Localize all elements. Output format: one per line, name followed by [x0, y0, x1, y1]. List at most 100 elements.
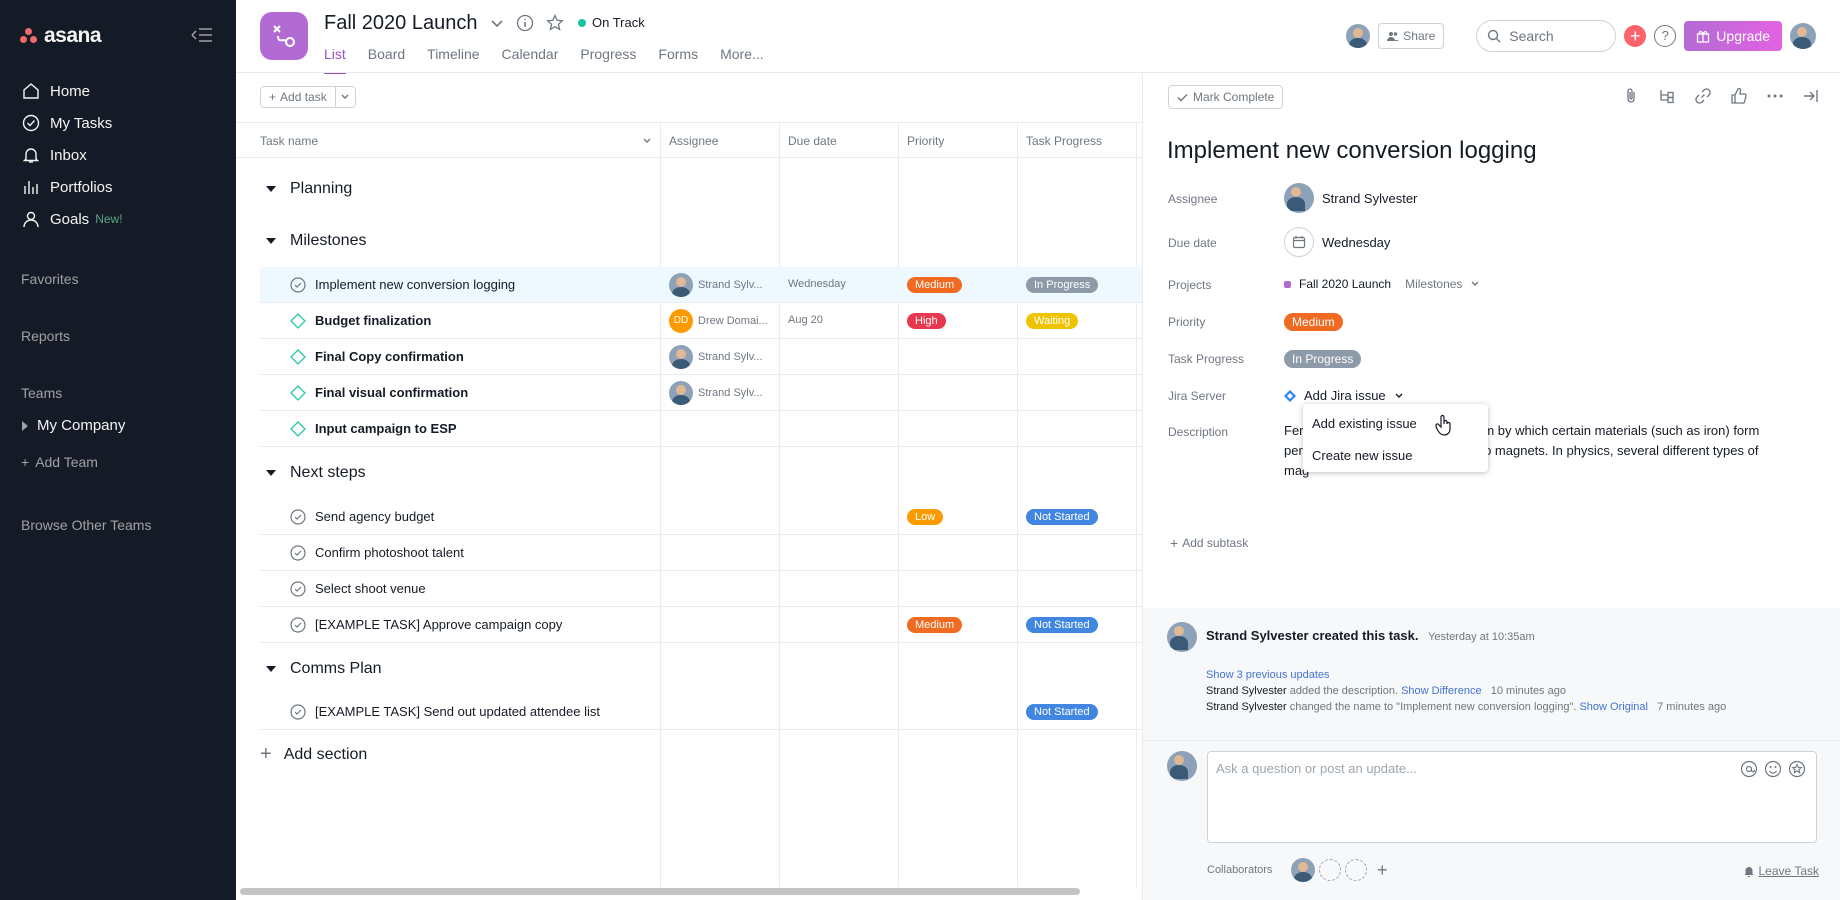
task-name[interactable]: Confirm photoshoot talent	[315, 545, 464, 560]
progress-badge[interactable]: Not Started	[1026, 704, 1098, 720]
add-collaborator-button[interactable]: +	[1377, 860, 1388, 881]
more-icon[interactable]	[1766, 87, 1784, 105]
tab-more[interactable]: More...	[720, 46, 764, 74]
show-previous-updates-link[interactable]: Show 3 previous updates	[1206, 669, 1330, 681]
favorites-heading[interactable]: Favorites	[21, 271, 79, 287]
task-row[interactable]: Send agency budget Low Not Started	[260, 499, 1142, 535]
add-collaborator-placeholder-icon[interactable]	[1345, 859, 1367, 881]
task-assignee[interactable]: DD Drew Domai...	[669, 309, 768, 333]
nav-inbox[interactable]: Inbox	[0, 139, 236, 171]
nav-goals[interactable]: Goals New!	[0, 203, 236, 235]
close-pane-icon[interactable]	[1802, 87, 1820, 105]
collapse-triangle-icon[interactable]	[266, 470, 276, 476]
task-row[interactable]: Input campaign to ESP	[260, 411, 1142, 447]
progress-badge[interactable]: In Progress	[1026, 277, 1099, 293]
nav-home[interactable]: Home	[0, 75, 236, 107]
task-name[interactable]: [EXAMPLE TASK] Approve campaign copy	[315, 617, 562, 632]
task-row[interactable]: Final Copy confirmation Strand Sylv...	[260, 339, 1142, 375]
section-planning[interactable]: Planning	[266, 180, 352, 198]
share-button[interactable]: Share	[1378, 23, 1445, 49]
help-button[interactable]: ?	[1654, 25, 1677, 47]
horizontal-scrollbar[interactable]	[240, 888, 1080, 895]
mention-icon[interactable]	[1740, 760, 1758, 778]
col-assignee[interactable]: Assignee	[669, 134, 718, 148]
add-task-dropdown[interactable]	[335, 86, 356, 108]
project-icon[interactable]	[260, 12, 308, 60]
thumbs-up-icon[interactable]	[1730, 87, 1748, 105]
project-status[interactable]: On Track	[578, 15, 645, 30]
task-row[interactable]: Budget finalization DD Drew Domai... Aug…	[260, 303, 1142, 339]
teams-heading[interactable]: Teams	[21, 385, 62, 401]
task-name[interactable]: Select shoot venue	[315, 581, 426, 596]
section-comms-plan[interactable]: Comms Plan	[266, 660, 382, 678]
chevron-down-icon[interactable]	[490, 18, 504, 28]
collapse-triangle-icon[interactable]	[266, 186, 276, 192]
member-avatar[interactable]	[1346, 24, 1371, 48]
progress-badge[interactable]: Not Started	[1026, 509, 1098, 525]
search-input[interactable]: Search	[1476, 20, 1617, 52]
priority-field[interactable]: Medium	[1284, 313, 1343, 331]
task-row[interactable]: [EXAMPLE TASK] Approve campaign copy Med…	[260, 607, 1142, 643]
add-jira-issue[interactable]: Add Jira issue	[1304, 388, 1386, 403]
task-row[interactable]: Implement new conversion logging Strand …	[260, 267, 1142, 303]
collapse-sidebar-icon[interactable]	[186, 24, 214, 46]
user-avatar[interactable]	[1790, 23, 1816, 49]
collapse-triangle-icon[interactable]	[266, 666, 276, 672]
nav-portfolios[interactable]: Portfolios	[0, 171, 236, 203]
add-collaborator-placeholder-icon[interactable]	[1319, 859, 1341, 881]
task-name[interactable]: [EXAMPLE TASK] Send out updated attendee…	[315, 704, 600, 719]
tab-forms[interactable]: Forms	[658, 46, 698, 74]
create-new-issue-item[interactable]: Create new issue	[1312, 448, 1412, 463]
progress-badge[interactable]: Not Started	[1026, 617, 1098, 633]
show-difference-link[interactable]: Show Difference	[1401, 685, 1482, 697]
check-circle-icon[interactable]	[290, 545, 306, 561]
col-task-name[interactable]: Task name	[260, 134, 318, 148]
task-row[interactable]: Confirm photoshoot talent	[260, 535, 1142, 571]
check-circle-icon[interactable]	[290, 581, 306, 597]
milestone-diamond-icon[interactable]	[290, 421, 306, 437]
projects-field[interactable]: Fall 2020 Launch Milestones	[1284, 277, 1480, 291]
task-name[interactable]: Final Copy confirmation	[315, 349, 464, 364]
col-priority[interactable]: Priority	[907, 134, 944, 148]
reports-link[interactable]: Reports	[21, 328, 70, 344]
tab-calendar[interactable]: Calendar	[502, 46, 559, 74]
collapse-triangle-icon[interactable]	[266, 238, 276, 244]
nav-my-tasks[interactable]: My Tasks	[0, 107, 236, 139]
task-name[interactable]: Input campaign to ESP	[315, 421, 457, 436]
emoji-icon[interactable]	[1764, 760, 1782, 778]
add-task-button[interactable]: + Add task	[260, 86, 336, 108]
check-circle-icon[interactable]	[290, 509, 306, 525]
assignee-field[interactable]: Strand Sylvester	[1284, 183, 1417, 213]
priority-badge[interactable]: Medium	[907, 277, 963, 293]
priority-badge[interactable]: Medium	[1284, 313, 1343, 331]
task-name[interactable]: Final visual confirmation	[315, 385, 468, 400]
comment-input[interactable]: Ask a question or post an update...	[1207, 751, 1817, 843]
asana-logo[interactable]: asana	[20, 24, 102, 48]
col-task-progress[interactable]: Task Progress	[1026, 134, 1102, 148]
check-circle-icon[interactable]	[290, 277, 306, 293]
team-my-company[interactable]: My Company	[22, 417, 125, 434]
appreciation-star-icon[interactable]	[1788, 760, 1806, 778]
tab-progress[interactable]: Progress	[580, 46, 636, 74]
tab-list[interactable]: List	[324, 46, 346, 74]
progress-badge[interactable]: In Progress	[1284, 350, 1362, 368]
collaborator-avatar[interactable]	[1291, 858, 1315, 882]
chevron-down-icon[interactable]	[642, 137, 652, 145]
task-row[interactable]: Select shoot venue	[260, 571, 1142, 607]
quick-add-button[interactable]: +	[1624, 25, 1647, 47]
add-subtask-button[interactable]: + Add subtask	[1170, 535, 1248, 551]
task-row[interactable]: [EXAMPLE TASK] Send out updated attendee…	[260, 694, 1142, 730]
attachment-icon[interactable]	[1622, 87, 1640, 105]
browse-teams-link[interactable]: Browse Other Teams	[21, 517, 151, 533]
task-row[interactable]: Final visual confirmation Strand Sylv...	[260, 375, 1142, 411]
subtask-icon[interactable]	[1658, 87, 1676, 105]
task-assignee[interactable]: Strand Sylv...	[669, 345, 763, 369]
star-icon[interactable]	[546, 14, 564, 32]
milestone-diamond-icon[interactable]	[290, 349, 306, 365]
project-section[interactable]: Milestones	[1405, 277, 1462, 291]
add-section-button[interactable]: + Add section	[260, 743, 367, 766]
chevron-down-icon[interactable]	[1394, 392, 1404, 400]
add-existing-issue-item[interactable]: Add existing issue	[1312, 416, 1417, 431]
project-title[interactable]: Fall 2020 Launch	[324, 12, 477, 35]
col-due-date[interactable]: Due date	[788, 134, 837, 148]
